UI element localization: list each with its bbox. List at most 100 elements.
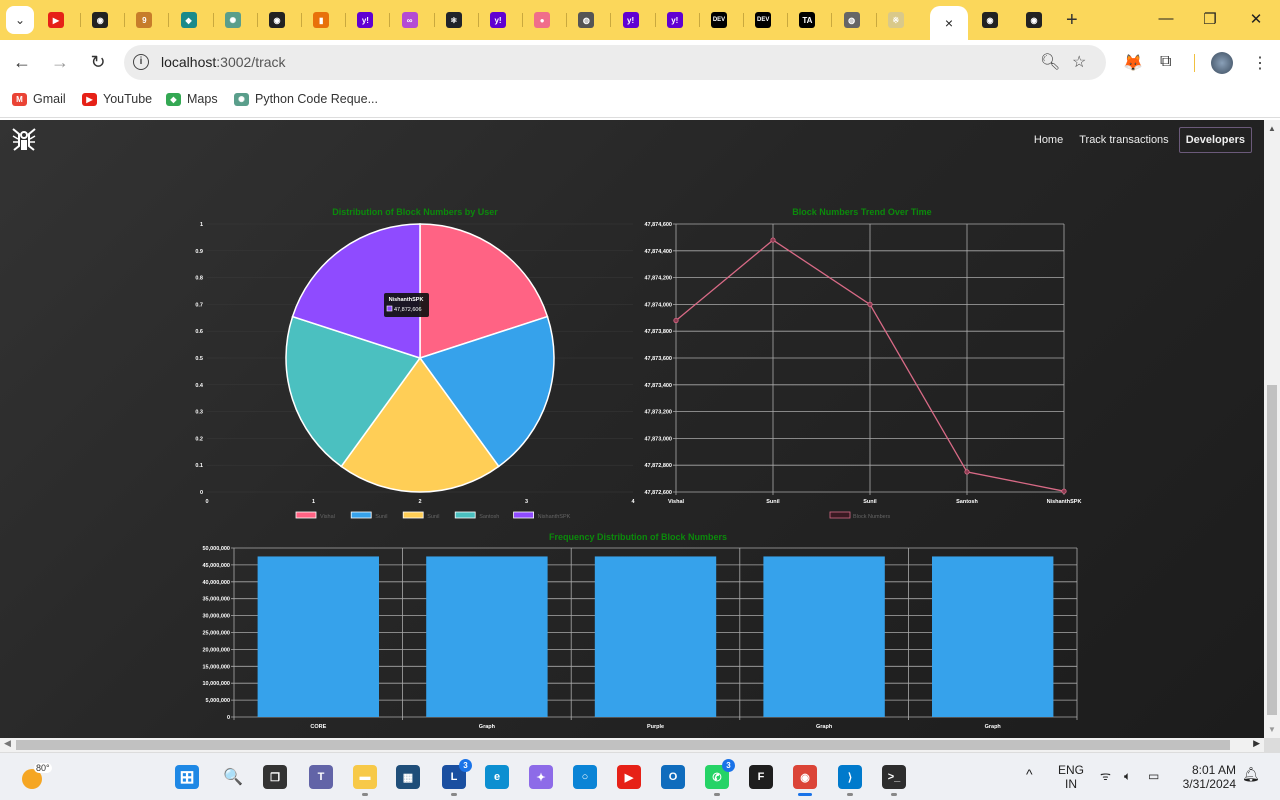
legend-item[interactable]: Vishal: [295, 511, 335, 520]
tab-ta-icon[interactable]: TA: [799, 12, 816, 28]
nav-link-developers[interactable]: Developers: [1178, 127, 1252, 153]
scroll-right-arrow-icon[interactable]: ▶: [1253, 738, 1260, 749]
scroll-left-arrow-icon[interactable]: ◀: [4, 738, 11, 749]
taskbar-figma-icon[interactable]: F: [749, 765, 773, 789]
app-glyph: 🔍: [223, 769, 243, 786]
minimize-button[interactable]: —: [1156, 10, 1176, 27]
tab-search-button[interactable]: ⌄: [6, 6, 34, 34]
menu-icon[interactable]: ⋮: [1252, 53, 1268, 73]
nav-link-track-transactions[interactable]: Track transactions: [1073, 128, 1174, 152]
scroll-down-arrow-icon[interactable]: ▼: [1268, 725, 1276, 734]
taskbar-youtube-icon[interactable]: ▶: [617, 765, 641, 789]
clock[interactable]: 8:01 AM 3/31/2024: [1178, 763, 1236, 791]
extensions-icon[interactable]: ⧉: [1160, 53, 1171, 71]
notification-badge: 3: [722, 759, 735, 772]
tab-yahoo-icon[interactable]: y!: [357, 12, 374, 28]
nav-link-home[interactable]: Home: [1028, 128, 1069, 152]
url-text[interactable]: localhost:3002/track: [161, 54, 286, 70]
bar-graph[interactable]: [426, 556, 548, 717]
taskbar-edge-icon[interactable]: e: [485, 765, 509, 789]
horizontal-scroll-thumb[interactable]: [16, 740, 1230, 750]
tab-analytics-icon[interactable]: ▮: [313, 12, 330, 28]
address-bar[interactable]: i localhost:3002/track 🔍︎ ☆: [124, 45, 1106, 80]
running-indicator: [714, 793, 720, 796]
new-tab-button[interactable]: +: [1066, 9, 1078, 32]
bookmark-youtube[interactable]: ▶ YouTube: [82, 92, 152, 106]
taskbar-cortana-icon[interactable]: ○: [573, 765, 597, 789]
tab-github-icon[interactable]: ◉: [1026, 12, 1042, 28]
tab-app-logo-icon[interactable]: ※: [887, 12, 904, 28]
tab-yahoo-icon[interactable]: y!: [622, 12, 639, 28]
legend-item[interactable]: Block Numbers: [829, 511, 891, 520]
app-logo-icon[interactable]: [10, 126, 38, 154]
tab-chatgpt-icon[interactable]: ✺: [224, 12, 241, 28]
close-window-button[interactable]: ✕: [1246, 10, 1266, 28]
taskbar-search-icon[interactable]: 🔍: [221, 765, 245, 789]
bar-purple[interactable]: [594, 556, 717, 717]
tab-github-icon[interactable]: ◉: [982, 12, 998, 28]
taskbar-vscode-icon[interactable]: ⟩: [838, 765, 862, 796]
data-point[interactable]: [964, 469, 970, 475]
scroll-up-arrow-icon[interactable]: ▲: [1268, 124, 1276, 133]
bookmark-star-icon[interactable]: ☆: [1072, 52, 1086, 72]
data-point[interactable]: [867, 301, 873, 308]
tab-dev-icon[interactable]: DEV: [755, 12, 772, 28]
back-button[interactable]: ←: [11, 52, 33, 73]
taskbar-outlook-icon[interactable]: O: [661, 765, 685, 789]
legend-item[interactable]: Sunil: [402, 511, 439, 520]
data-point[interactable]: [1061, 488, 1067, 494]
tab-polygon-icon[interactable]: ∞: [401, 12, 418, 28]
show-hidden-icons-chevron-icon[interactable]: ^: [1026, 767, 1033, 781]
data-point[interactable]: [770, 237, 776, 243]
tab-globe-teal-icon[interactable]: ◆: [180, 12, 197, 28]
tab-glitch-icon[interactable]: 9: [136, 12, 153, 28]
bookmark-maps[interactable]: ◆ Maps: [166, 92, 218, 106]
taskbar-start-icon[interactable]: ⊞: [175, 765, 199, 789]
notification-bell-icon[interactable]: 🔔︎: [1242, 767, 1260, 781]
vertical-scrollbar[interactable]: ▲ ▼: [1264, 120, 1280, 738]
tab-cake-icon[interactable]: ●: [534, 12, 551, 28]
tab-youtube-icon[interactable]: ▶: [48, 12, 64, 28]
metamask-icon[interactable]: 🦊: [1123, 53, 1143, 73]
site-info-icon[interactable]: i: [133, 54, 149, 70]
volume-icon[interactable]: 🔈︎: [1124, 769, 1131, 783]
horizontal-scrollbar[interactable]: ◀ ▶: [0, 738, 1264, 752]
forward-button[interactable]: →: [49, 52, 71, 73]
profile-avatar[interactable]: [1211, 52, 1233, 74]
active-tab[interactable]: ×: [930, 6, 968, 40]
tab-yahoo-icon[interactable]: y!: [666, 12, 683, 28]
bookmark-gmail[interactable]: M Gmail: [12, 92, 66, 106]
tab-yahoo-icon[interactable]: y!: [490, 12, 506, 28]
tab-github-icon[interactable]: ◉: [92, 12, 109, 28]
bookmark-python[interactable]: ✺ Python Code Reque...: [234, 92, 378, 106]
taskbar-l-app-icon[interactable]: L3: [442, 759, 472, 796]
bar-graph[interactable]: [932, 556, 1054, 717]
legend-item[interactable]: NishanthSPK: [513, 511, 571, 520]
legend-item[interactable]: Sunil: [350, 511, 387, 520]
tab-globe-icon[interactable]: ◍: [843, 12, 860, 28]
taskbar-terminal-icon[interactable]: >_: [882, 765, 906, 796]
taskbar-chrome-icon[interactable]: ◉: [793, 765, 817, 796]
tab-react-icon[interactable]: ⚛: [445, 12, 462, 28]
tab-globe-icon[interactable]: ◍: [578, 12, 595, 28]
taskbar-copilot-icon[interactable]: ✦: [529, 765, 553, 789]
legend-item[interactable]: Santosh: [454, 511, 499, 520]
taskbar-file-explorer-icon[interactable]: ▬: [353, 765, 377, 796]
taskbar-store-icon[interactable]: ▦: [396, 765, 420, 789]
bar-core[interactable]: [257, 556, 379, 717]
wifi-icon[interactable]: ᯤ: [1100, 769, 1111, 783]
reload-button[interactable]: ↻: [87, 52, 109, 73]
tab-github-icon[interactable]: ◉: [269, 12, 285, 28]
bar-graph[interactable]: [763, 556, 885, 717]
taskbar-teams-icon[interactable]: T: [309, 765, 333, 789]
tab-dev-icon[interactable]: DEV: [711, 12, 727, 28]
zoom-icon[interactable]: 🔍︎: [1040, 52, 1060, 72]
data-point[interactable]: [673, 317, 679, 324]
battery-icon[interactable]: ▭: [1148, 769, 1159, 783]
restore-button[interactable]: ❐: [1200, 10, 1220, 28]
vertical-scroll-thumb[interactable]: [1267, 385, 1277, 715]
taskbar-task-view-icon[interactable]: ❐: [263, 765, 287, 789]
taskbar-whatsapp-icon[interactable]: ✆ 3: [705, 759, 735, 796]
close-tab-icon[interactable]: ×: [945, 15, 953, 31]
language-indicator[interactable]: ENG IN: [1058, 763, 1084, 791]
